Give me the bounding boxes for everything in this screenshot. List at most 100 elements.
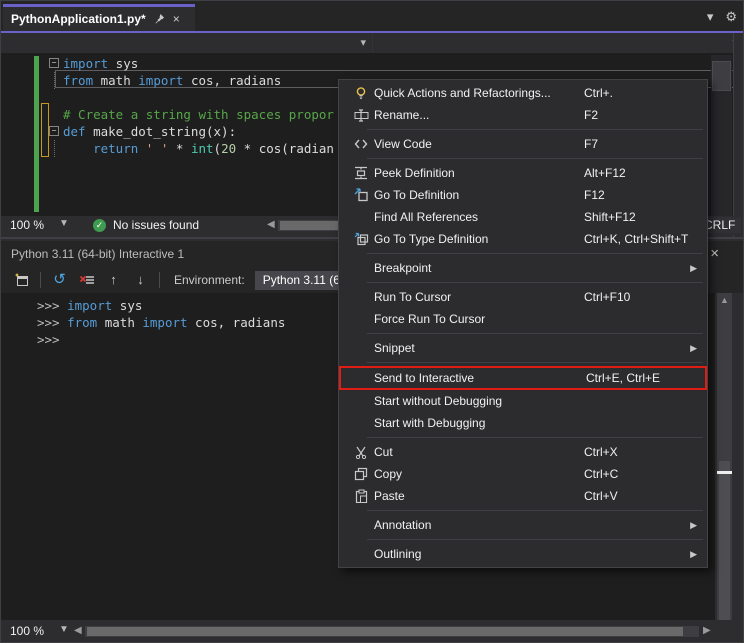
menu-item-peek-definition[interactable]: Peek DefinitionAlt+F12: [339, 162, 707, 184]
menu-item-outlining[interactable]: Outlining▶: [339, 543, 707, 565]
interactive-vertical-scrollbar[interactable]: ▲ ▼: [717, 293, 732, 643]
document-tab[interactable]: PythonApplication1.py* ×: [3, 4, 195, 31]
menu-item-annotation[interactable]: Annotation ▶: [339, 514, 707, 536]
code-line: −def make_dot_string(x):: [49, 123, 334, 140]
menu-item-label: Breakpoint: [374, 261, 431, 275]
reset-icon[interactable]: ↺: [51, 272, 68, 289]
menu-item-shortcut: Ctrl+V: [584, 489, 618, 503]
track-changes-bar: [34, 56, 39, 212]
menu-item-copy[interactable]: CopyCtrl+C: [339, 463, 707, 485]
menu-item-shortcut: F12: [584, 188, 605, 202]
code-token: [63, 140, 93, 157]
scroll-left-arrow-icon[interactable]: ◀: [267, 219, 275, 230]
pin-icon[interactable]: [154, 13, 165, 26]
menu-item-shortcut: Ctrl+E, Ctrl+E: [586, 371, 660, 385]
fold-guide-line: [54, 140, 55, 157]
history-next-icon[interactable]: ↓: [132, 272, 149, 289]
scrollbar-thumb[interactable]: [280, 221, 346, 230]
code-token: math: [93, 72, 138, 89]
menu-item-label: View Code: [374, 137, 432, 151]
menu-item-label: Cut: [374, 445, 393, 459]
code-token: from: [67, 314, 97, 331]
new-interactive-window-icon[interactable]: [13, 272, 30, 289]
chevron-down-icon[interactable]: ▼: [59, 624, 69, 635]
menu-item-shortcut: Ctrl+C: [584, 467, 618, 481]
code-token: cos, radians: [188, 314, 286, 331]
clear-all-icon[interactable]: [78, 272, 95, 289]
tab-strip: PythonApplication1.py* × ▾ ⚙: [1, 1, 744, 31]
code-token: return: [93, 140, 138, 157]
code-token: make_dot_string(x):: [86, 123, 237, 140]
editor-zoom-level[interactable]: 100 %: [10, 218, 44, 232]
code-token: math: [97, 314, 142, 331]
scroll-left-arrow-icon[interactable]: ◀: [74, 625, 82, 636]
menu-item-label: Quick Actions and Refactorings...: [374, 86, 551, 100]
collapse-region-icon[interactable]: −: [49, 126, 59, 136]
close-icon[interactable]: ×: [173, 13, 180, 25]
scrollbar-thumb[interactable]: [719, 461, 730, 643]
submenu-arrow-icon: ▶: [690, 549, 697, 560]
code-line: from math import cos, radians: [49, 72, 334, 89]
gear-icon[interactable]: ⚙: [725, 9, 737, 25]
menu-item-label: Paste: [374, 489, 405, 503]
menu-item-label: Go To Type Definition: [374, 232, 488, 246]
history-previous-icon[interactable]: ↑: [105, 272, 122, 289]
menu-item-label: Snippet: [374, 341, 415, 355]
menu-item-cut[interactable]: CutCtrl+X: [339, 441, 707, 463]
outlining-margin[interactable]: −: [49, 123, 63, 140]
context-menu: Quick Actions and Refactorings...Ctrl+.R…: [338, 79, 708, 568]
editor-vertical-scrollbar[interactable]: [711, 55, 732, 216]
menu-item-paste[interactable]: Paste Ctrl+V: [339, 485, 707, 507]
menu-item-go-to-definition[interactable]: Go To DefinitionF12: [339, 184, 707, 206]
toolbar-separator: [40, 272, 41, 288]
paste-icon: [348, 489, 374, 503]
navigation-dropdown-left[interactable]: ▾: [1, 33, 373, 53]
menu-item-shortcut: Ctrl+K, Ctrl+Shift+T: [584, 232, 688, 246]
code-token: import: [142, 314, 187, 331]
menu-item-breakpoint[interactable]: Breakpoint▶: [339, 257, 707, 279]
outlining-margin: [49, 106, 63, 123]
code-token: sys: [108, 55, 138, 72]
scroll-up-arrow-icon[interactable]: ▲: [717, 295, 732, 305]
code-token: int: [191, 140, 214, 157]
code-line: return ' ' * int(20 * cos(radian: [49, 140, 334, 157]
no-issues-check-icon: ✓: [93, 219, 106, 232]
menu-separator: [367, 437, 703, 438]
outlining-margin[interactable]: −: [49, 55, 63, 72]
menu-item-label: Start without Debugging: [374, 394, 502, 408]
menu-item-snippet[interactable]: Snippet▶: [339, 337, 707, 359]
code-token: from: [63, 72, 93, 89]
menu-item-go-to-type-definition[interactable]: Go To Type Definition Ctrl+K, Ctrl+Shift+…: [339, 228, 707, 250]
code-token: >>>: [37, 297, 67, 314]
menu-item-label: Annotation: [374, 518, 431, 532]
chevron-down-icon[interactable]: ▼: [59, 218, 69, 229]
chevron-down-icon[interactable]: ▾: [707, 9, 714, 25]
menu-separator: [367, 539, 703, 540]
menu-item-find-all-references[interactable]: Find All ReferencesShift+F12: [339, 206, 707, 228]
menu-item-label: Force Run To Cursor: [374, 312, 485, 326]
code-lines: −import sysfrom math import cos, radians…: [49, 55, 334, 157]
menu-item-send-to-interactive[interactable]: Send to InteractiveCtrl+E, Ctrl+E: [339, 366, 707, 390]
menu-item-start-without-debugging[interactable]: Start without Debugging: [339, 390, 707, 412]
scroll-right-arrow-icon[interactable]: ▶: [703, 625, 711, 636]
navigation-dropdown-right[interactable]: ▾: [373, 33, 744, 53]
menu-item-rename[interactable]: Rename...F2: [339, 104, 707, 126]
code-line: [49, 89, 334, 106]
menu-item-shortcut: F2: [584, 108, 598, 122]
menu-item-view-code[interactable]: View CodeF7: [339, 133, 707, 155]
close-icon[interactable]: ×: [706, 245, 723, 262]
menu-item-quick-actions-and-refactorings[interactable]: Quick Actions and Refactorings...Ctrl+.: [339, 82, 707, 104]
submenu-arrow-icon: ▶: [690, 520, 697, 531]
code-token: import: [67, 297, 112, 314]
scrollbar-thumb[interactable]: [712, 61, 731, 91]
interactive-horizontal-scrollbar[interactable]: [85, 626, 699, 637]
type-definition-icon: [348, 232, 374, 246]
scrollbar-thumb[interactable]: [87, 627, 683, 636]
menu-item-run-to-cursor[interactable]: Run To CursorCtrl+F10: [339, 286, 707, 308]
interactive-zoom-level[interactable]: 100 %: [10, 624, 44, 638]
menu-item-start-with-debugging[interactable]: Start with Debugging: [339, 412, 707, 434]
menu-item-force-run-to-cursor[interactable]: Force Run To Cursor: [339, 308, 707, 330]
code-icon: [348, 138, 374, 151]
collapse-region-icon[interactable]: −: [49, 58, 59, 68]
toolbar-separator: [159, 272, 160, 288]
